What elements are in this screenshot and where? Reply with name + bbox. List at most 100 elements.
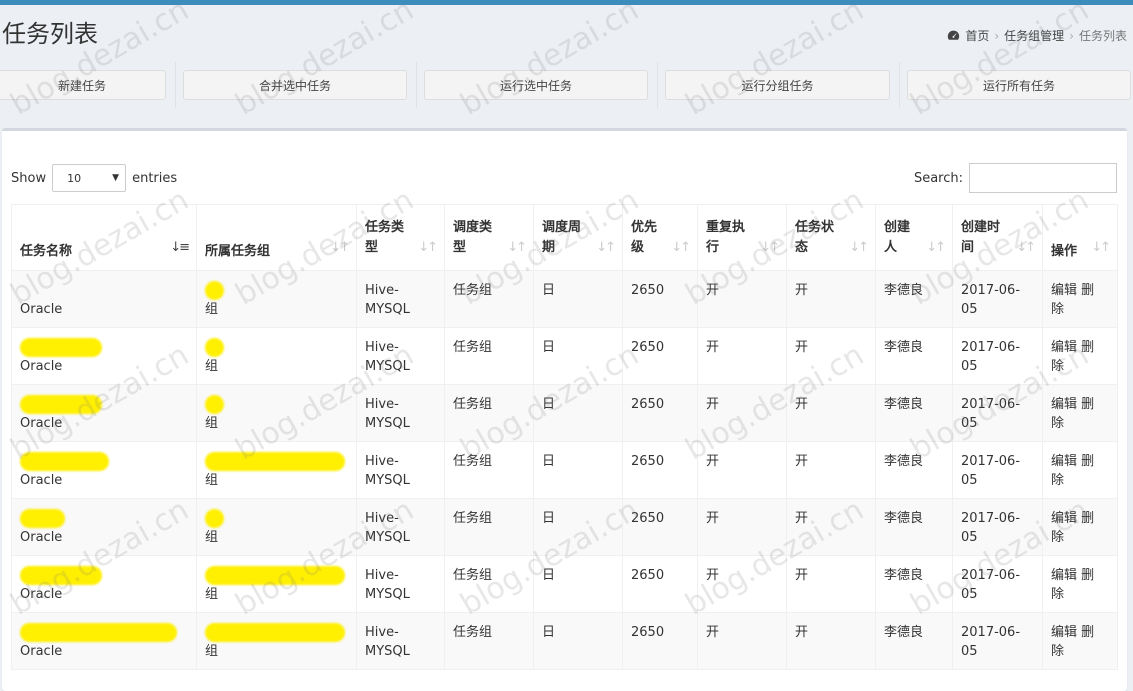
sort-asc-icon: ↓≡ (170, 240, 190, 255)
created-time-cell: 2017-06-05 (952, 612, 1043, 670)
run-group-button[interactable]: 运行分组任务 (665, 70, 890, 100)
redacted-task-name: 1.6.4 导出到 (20, 395, 103, 414)
delete-link-part[interactable]: 除 (1051, 416, 1064, 431)
redacted-task-group: 02渠道进销存数据任务 (205, 623, 345, 642)
delete-link-part[interactable]: 删 (1081, 454, 1094, 469)
delete-link-part[interactable]: 除 (1051, 473, 1064, 488)
task-type-cell: Hive-MYSQL (356, 327, 445, 385)
merge-selected-button[interactable]: 合并选中任务 (183, 70, 407, 100)
column-header[interactable]: 创建时间 ↓↑ (952, 204, 1043, 271)
task-name-target: Oracle (20, 473, 63, 488)
priority-cell: 2650 (622, 555, 698, 613)
run-selected-button[interactable]: 运行选中任务 (424, 70, 648, 100)
task-group-suffix: 组 (205, 644, 219, 659)
column-header[interactable]: 调度类型 ↓↑ (444, 204, 534, 271)
table-row: 1.6.4 t_psale_jxc 导出到 Oracle 02渠道进销存数据任务组 H… (11, 612, 1118, 670)
creator-cell: 李德良 (875, 555, 953, 613)
breadcrumb-home[interactable]: 首页 (965, 27, 989, 44)
delete-link-part[interactable]: 删 (1081, 568, 1094, 583)
task-name-cell: 1.6.4 t_psale_jxc 导出到 Oracle (11, 612, 197, 670)
new-task-button[interactable]: 新建任务 (0, 70, 166, 100)
actions-cell: 编辑 删除 (1042, 612, 1118, 670)
sort-icon: ↓↑ (1091, 240, 1111, 255)
column-header[interactable]: 创建人 ↓↑ (875, 204, 953, 271)
column-header[interactable]: 任务状态 ↓↑ (786, 204, 876, 271)
breadcrumb-separator: › (1069, 28, 1074, 43)
task-name-cell: 1.6.4 t_psale Oracle (11, 441, 197, 499)
edit-link[interactable]: 编辑 (1051, 511, 1077, 526)
delete-link-part[interactable]: 删 (1081, 283, 1094, 298)
task-group-suffix: 组 (205, 587, 219, 602)
repeat-cell: 开 (697, 555, 787, 613)
priority-cell: 2650 (622, 498, 698, 556)
entries-length-control: Show 10 ▼ entries (11, 164, 177, 192)
column-header[interactable]: 优先级 ↓↑ (622, 204, 698, 271)
priority-cell: 2650 (622, 384, 698, 442)
delete-link-part[interactable]: 删 (1081, 340, 1094, 355)
toolbar-cell: 新建任务 (0, 62, 176, 108)
edit-link[interactable]: 编辑 (1051, 283, 1077, 298)
task-group-suffix: 组 (205, 359, 219, 374)
table-header-row: 任务名称 ↓≡ 所属任务组 ↓↑ 任务类型 ↓↑ 调度类型 ↓↑ 调度周期 ↓↑ 优先级 ↓… (11, 204, 1118, 271)
delete-link-part[interactable]: 除 (1051, 302, 1064, 317)
column-header[interactable]: 任务名称 ↓≡ (11, 204, 197, 271)
task-status-cell: 开 (786, 555, 876, 613)
column-header[interactable]: 重复执行 ↓↑ (697, 204, 787, 271)
breadcrumb-separator: › (994, 28, 1000, 43)
column-header[interactable]: 所属任务组 ↓↑ (196, 204, 357, 271)
entries-select[interactable]: 10 ▼ (52, 164, 127, 192)
redacted-task-group: 务 (205, 509, 225, 528)
delete-link-part[interactable]: 除 (1051, 587, 1064, 602)
creator-cell: 李德良 (875, 612, 953, 670)
action-toolbar: 新建任务 合并选中任务 运行选中任务 运行分组任务 运行所有任务 (0, 62, 1133, 120)
repeat-cell: 开 (697, 612, 787, 670)
breadcrumb-task-group[interactable]: 任务组管理 (1004, 27, 1064, 44)
task-status-cell: 开 (786, 612, 876, 670)
redacted-task-name: 1.6.4 导出到 (20, 338, 103, 357)
delete-link-part[interactable]: 删 (1081, 625, 1094, 640)
sort-icon: ↓↑ (1016, 240, 1036, 255)
redacted-task-group: 务 (205, 395, 225, 414)
edit-link[interactable]: 编辑 (1051, 625, 1077, 640)
sort-icon: ↓↑ (926, 240, 946, 255)
task-group-suffix: 组 (205, 302, 219, 317)
edit-link[interactable]: 编辑 (1051, 397, 1077, 412)
sort-icon: ↓↑ (760, 240, 780, 255)
edit-link[interactable]: 编辑 (1051, 340, 1077, 355)
delete-link-part[interactable]: 除 (1051, 359, 1064, 374)
schedule-type-cell: 任务组 (444, 270, 534, 328)
task-name-target: Oracle (20, 587, 63, 602)
created-time-cell: 2017-06-05 (952, 441, 1043, 499)
schedule-type-cell: 任务组 (444, 441, 534, 499)
delete-link-part[interactable]: 除 (1051, 644, 1064, 659)
column-header[interactable]: 操作 ↓↑ (1042, 204, 1118, 271)
priority-cell: 2650 (622, 612, 698, 670)
delete-link-part[interactable]: 删 (1081, 511, 1094, 526)
search-input[interactable] (969, 163, 1117, 193)
redacted-task-name: 1.6.4 t_psale (20, 452, 110, 471)
delete-link-part[interactable]: 除 (1051, 530, 1064, 545)
toolbar-cell: 合并选中任务 (176, 62, 417, 108)
column-header[interactable]: 任务类型 ↓↑ (356, 204, 445, 271)
schedule-period-cell: 日 (533, 384, 623, 442)
sort-icon: ↓↑ (671, 240, 691, 255)
repeat-cell: 开 (697, 270, 787, 328)
edit-link[interactable]: 编辑 (1051, 568, 1077, 583)
column-header[interactable]: 调度周期 ↓↑ (533, 204, 623, 271)
sort-icon: ↓↑ (418, 240, 438, 255)
sort-icon: ↓↑ (849, 240, 869, 255)
run-all-button[interactable]: 运行所有任务 (907, 70, 1131, 100)
schedule-type-cell: 任务组 (444, 327, 534, 385)
creator-cell: 李德良 (875, 270, 953, 328)
actions-cell: 编辑 删除 (1042, 441, 1118, 499)
delete-link-part[interactable]: 删 (1081, 397, 1094, 412)
task-group-cell: 务组 (196, 498, 357, 556)
schedule-period-cell: 日 (533, 270, 623, 328)
task-name-cell: 1.6.4 导出到 Oracle (11, 327, 197, 385)
task-status-cell: 开 (786, 441, 876, 499)
page-title: 任务列表 (2, 20, 98, 48)
schedule-type-cell: 任务组 (444, 612, 534, 670)
table-body: Oracle 务组 Hive-MYSQL 任务组日 2650 开开李德良 2017-06-0… (11, 270, 1118, 670)
task-group-cell: 务组 (196, 384, 357, 442)
edit-link[interactable]: 编辑 (1051, 454, 1077, 469)
